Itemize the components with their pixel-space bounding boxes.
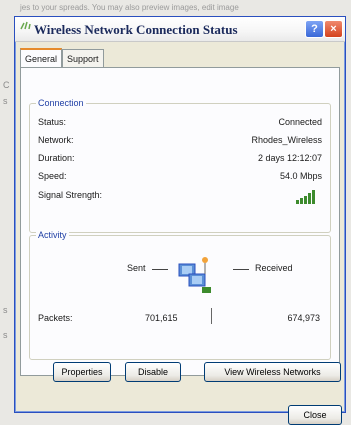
sent-label: Sent [127, 263, 146, 273]
duration-row: Duration: 2 days 12:12:07 [38, 153, 322, 167]
received-label: Received [255, 263, 293, 273]
tab-general[interactable]: General [20, 48, 63, 69]
connection-group: Connection Status: Connected Network: Rh… [29, 98, 331, 233]
network-value: Rhodes_Wireless [251, 135, 322, 145]
duration-label: Duration: [38, 153, 75, 163]
packets-sent-value: 701,615 [145, 313, 178, 323]
background-fragment: s [3, 330, 8, 340]
background-fragment: C [3, 80, 10, 90]
close-window-button[interactable]: × [324, 20, 343, 38]
title-bar[interactable]: Wireless Network Connection Status ? × [15, 17, 345, 42]
properties-button[interactable]: Properties [53, 362, 111, 382]
speed-row: Speed: 54.0 Mbps [38, 171, 322, 185]
status-label: Status: [38, 117, 67, 127]
signal-strength-row: Signal Strength: [38, 190, 322, 204]
signal-strength-bars-icon [296, 190, 318, 204]
activity-group: Activity Sent Received Packets: 701,615 [29, 230, 331, 360]
wireless-network-icon [20, 20, 34, 30]
close-button[interactable]: Close [288, 405, 342, 425]
activity-group-title: Activity [36, 230, 69, 240]
background-page-text: jes to your spreads. You may also previe… [20, 3, 239, 12]
packets-received-value: 674,973 [287, 313, 320, 323]
tab-support[interactable]: Support [62, 49, 104, 68]
connection-group-title: Connection [36, 98, 86, 108]
network-label: Network: [38, 135, 74, 145]
signal-strength-label: Signal Strength: [38, 190, 103, 200]
status-row: Status: Connected [38, 117, 322, 131]
packets-label: Packets: [38, 313, 73, 323]
speed-label: Speed: [38, 171, 67, 181]
wireless-status-dialog: Wireless Network Connection Status ? × G… [14, 16, 346, 425]
duration-value: 2 days 12:12:07 [257, 153, 322, 163]
background-fragment: s [3, 305, 8, 315]
view-wireless-networks-button[interactable]: View Wireless Networks [204, 362, 341, 382]
network-row: Network: Rhodes_Wireless [38, 135, 322, 149]
disable-button[interactable]: Disable [125, 362, 181, 382]
speed-value: 54.0 Mbps [279, 171, 322, 181]
dialog-title: Wireless Network Connection Status [34, 22, 238, 37]
general-tab-panel: Connection Status: Connected Network: Rh… [20, 67, 340, 376]
network-computers-icon [175, 254, 223, 296]
status-value: Connected [278, 117, 322, 127]
help-button[interactable]: ? [305, 20, 324, 38]
background-fragment: s [3, 96, 8, 106]
